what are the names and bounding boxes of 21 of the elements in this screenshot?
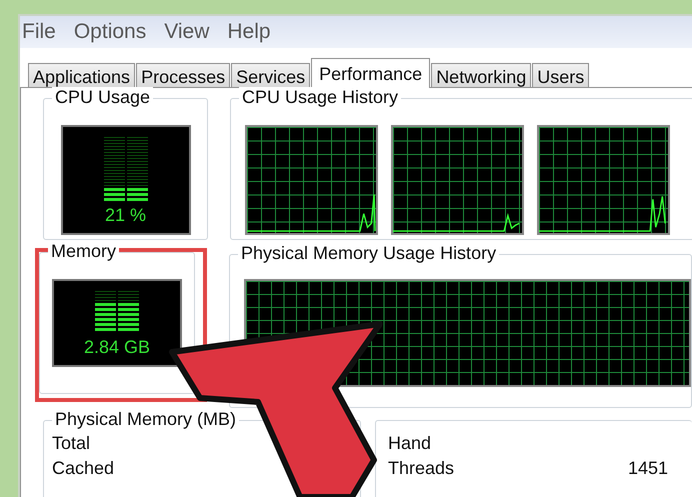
panel-title: CPU Usage [52,87,154,108]
meter-reading: 2.84 GB [84,337,150,358]
panel-title: CPU Usage History [239,87,402,108]
tab[interactable]: Performance [311,58,430,88]
panel-title: Physical Memory (MB) [52,409,240,430]
tab[interactable]: Networking [431,63,532,87]
panel-title: Physical Memory Usage History [238,243,500,264]
meter-reading: 21 % [104,205,146,226]
menu-item[interactable]: Options [74,20,146,44]
stat-label: Threads [388,458,454,480]
stat-label: Cached [52,458,114,480]
stat-label: Hand [388,433,432,455]
tab[interactable]: Services [231,63,310,87]
menu-item[interactable]: View [164,20,210,44]
tab[interactable]: Applications [28,63,136,87]
tab[interactable]: Processes [136,63,230,87]
menu-item[interactable]: File [22,20,56,44]
stat-label: Total [52,433,90,455]
menu-item[interactable]: Help [227,20,271,44]
stat-value: 1451 [628,458,668,480]
tab[interactable]: Users [532,63,590,87]
